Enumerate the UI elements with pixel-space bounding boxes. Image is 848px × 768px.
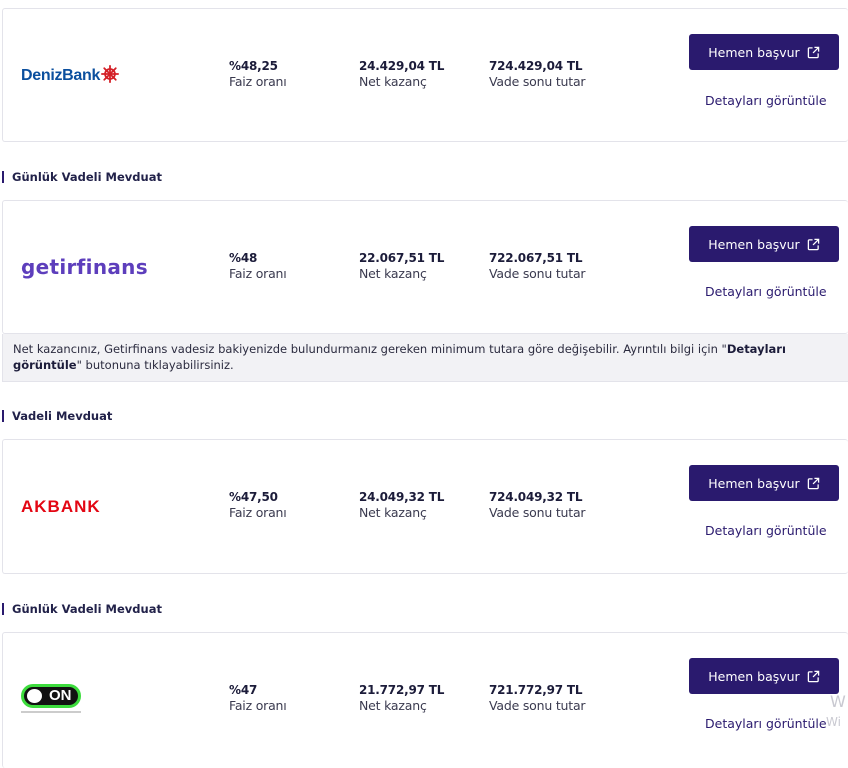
rate-col: %47,50 Faiz oranı <box>229 490 287 520</box>
apply-button[interactable]: Hemen başvur <box>689 226 839 262</box>
denizbank-logo: DenizBank <box>21 65 120 85</box>
net-value: 21.772,97 TL <box>359 683 445 697</box>
rate-label: Faiz oranı <box>229 74 287 89</box>
on-logo-text: ON <box>49 687 72 704</box>
net-col: 24.429,04 TL Net kazanç <box>359 59 444 89</box>
rate-col: %48,25 Faiz oranı <box>229 59 287 89</box>
net-col: 21.772,97 TL Net kazanç <box>359 683 444 713</box>
rate-value: %48 <box>229 251 258 265</box>
net-label: Net kazanç <box>359 266 427 281</box>
rate-label: Faiz oranı <box>229 505 287 520</box>
details-link[interactable]: Detayları görüntüle <box>705 93 827 108</box>
net-label: Net kazanç <box>359 698 427 713</box>
offer-card-getirfinans: getirfinans %48 Faiz oranı 22.067,51 TL … <box>2 200 848 334</box>
details-link[interactable]: Detayları görüntüle <box>705 284 827 299</box>
apply-button-label: Hemen başvur <box>708 236 800 252</box>
offer-card-on: ON %47 Faiz oranı 21.772,97 TL Net kazan… <box>2 632 848 768</box>
external-link-icon <box>807 238 819 250</box>
total-col: 721.772,97 TL Vade sonu tutar <box>489 683 586 713</box>
total-value: 721.772,97 TL <box>489 683 583 697</box>
note-text-end: " butonuna tıklayabilirsiniz. <box>76 358 234 372</box>
rate-col: %48 Faiz oranı <box>229 251 287 281</box>
offer-card-akbank: AKBANK %47,50 Faiz oranı 24.049,32 TL Ne… <box>2 439 848 574</box>
external-link-icon <box>807 46 819 58</box>
rate-label: Faiz oranı <box>229 266 287 281</box>
apply-button-label: Hemen başvur <box>708 668 800 684</box>
rate-col: %47 Faiz oranı <box>229 683 287 713</box>
net-label: Net kazanç <box>359 74 427 89</box>
net-col: 22.067,51 TL Net kazanç <box>359 251 444 281</box>
total-label: Vade sonu tutar <box>489 266 586 281</box>
total-col: 724.429,04 TL Vade sonu tutar <box>489 59 586 89</box>
apply-button-label: Hemen başvur <box>708 475 800 491</box>
denizbank-wheel-icon <box>101 65 120 83</box>
watermark-text: Wi <box>826 715 841 729</box>
total-label: Vade sonu tutar <box>489 74 586 89</box>
on-toggle-icon: ON <box>21 684 81 708</box>
net-value: 24.429,04 TL <box>359 59 445 73</box>
total-value: 724.429,04 TL <box>489 59 583 73</box>
watermark-text: W <box>830 692 846 711</box>
akbank-logo: AKBANK <box>21 497 101 516</box>
apply-button-label: Hemen başvur <box>708 44 800 60</box>
total-value: 724.049,32 TL <box>489 490 583 504</box>
total-value: 722.067,51 TL <box>489 251 583 265</box>
external-link-icon <box>807 670 819 682</box>
total-label: Vade sonu tutar <box>489 505 586 520</box>
section-title: Günlük Vadeli Mevduat <box>2 603 162 615</box>
note-text: Net kazancınız, Getirfinans vadesiz baki… <box>13 342 727 356</box>
external-link-icon <box>807 477 819 489</box>
details-link[interactable]: Detayları görüntüle <box>705 523 827 538</box>
net-col: 24.049,32 TL Net kazanç <box>359 490 444 520</box>
info-note: Net kazancınız, Getirfinans vadesiz baki… <box>2 334 848 382</box>
total-label: Vade sonu tutar <box>489 698 586 713</box>
details-link[interactable]: Detayları görüntüle <box>705 716 827 731</box>
rate-label: Faiz oranı <box>229 698 287 713</box>
rate-value: %47,50 <box>229 490 278 504</box>
section-title: Vadeli Mevduat <box>2 410 112 422</box>
apply-button[interactable]: Hemen başvur <box>689 34 839 70</box>
apply-button[interactable]: Hemen başvur <box>689 465 839 501</box>
total-col: 722.067,51 TL Vade sonu tutar <box>489 251 586 281</box>
section-title: Günlük Vadeli Mevduat <box>2 171 162 183</box>
offer-card-denizbank: DenizBank %48,25 Faiz oranı 24.429,04 TL… <box>2 8 848 142</box>
rate-value: %48,25 <box>229 59 278 73</box>
net-value: 22.067,51 TL <box>359 251 445 265</box>
on-logo: ON <box>21 684 81 713</box>
apply-button[interactable]: Hemen başvur <box>689 658 839 694</box>
rate-value: %47 <box>229 683 258 697</box>
getirfinans-logo: getirfinans <box>21 255 148 279</box>
net-label: Net kazanç <box>359 505 427 520</box>
net-value: 24.049,32 TL <box>359 490 445 504</box>
total-col: 724.049,32 TL Vade sonu tutar <box>489 490 586 520</box>
